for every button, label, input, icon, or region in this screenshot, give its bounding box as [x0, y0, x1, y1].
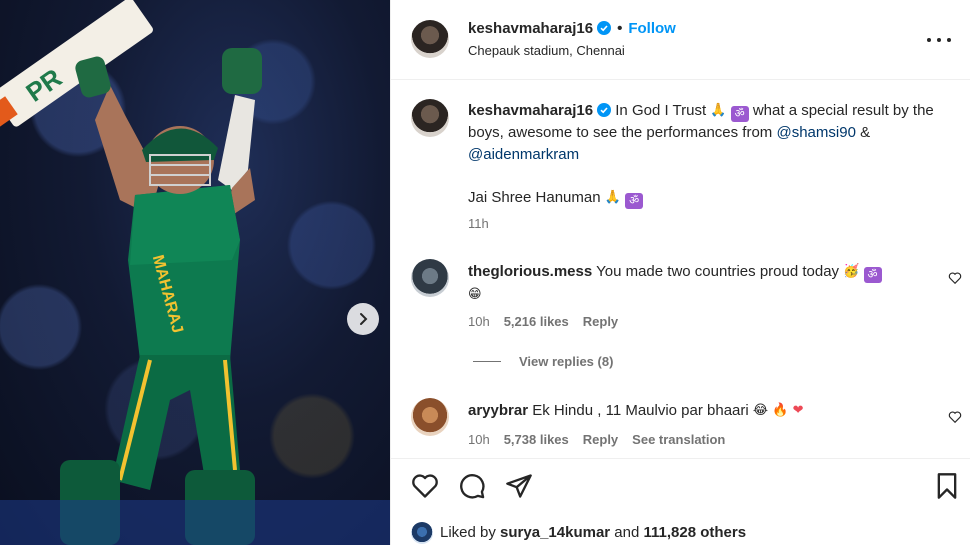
view-replies-button[interactable]: View replies (8)	[473, 354, 613, 369]
post-photo[interactable]: PR MAHARAJ	[0, 0, 390, 545]
share-paper-plane-icon[interactable]	[505, 472, 533, 500]
liker-avatar[interactable]	[411, 522, 433, 544]
comment-like-heart-icon[interactable]	[948, 410, 962, 424]
reply-button[interactable]: Reply	[583, 314, 618, 329]
caption-avatar[interactable]	[411, 99, 449, 137]
comment-likes-count[interactable]: 5,216 likes	[504, 314, 569, 329]
comment: theglorious.mess You made two countries …	[468, 260, 938, 306]
om-symbol: ॐ	[625, 193, 644, 209]
red-heart-emoji: ❤	[792, 402, 804, 417]
laughing-face-emoji: 😂	[752, 402, 769, 417]
chevron-right-icon	[360, 313, 368, 325]
comment-meta: 10h 5,216 likes Reply	[468, 314, 618, 329]
comment-username[interactable]: theglorious.mess	[468, 263, 592, 280]
comment-time[interactable]: 10h	[468, 432, 490, 447]
cricketer-celebration-image: PR MAHARAJ	[0, 0, 390, 545]
like-heart-icon[interactable]	[411, 472, 439, 500]
fire-emoji: 🔥	[772, 402, 789, 417]
verified-badge-icon	[597, 21, 612, 35]
praying-hands-emoji: 🙏	[710, 102, 727, 117]
reply-button[interactable]: Reply	[583, 432, 618, 447]
praying-hands-emoji: 🙏	[604, 189, 621, 204]
comment-bubble-icon[interactable]	[458, 472, 486, 500]
mention-aidenmarkram[interactable]: @aidenmarkram	[468, 146, 579, 163]
liked-by-user[interactable]: surya_14kumar	[500, 524, 610, 541]
view-replies-label: View replies (8)	[519, 354, 614, 369]
liked-by-and: and	[614, 524, 640, 541]
post-header: keshavmaharaj16 • Follow Chepauk stadium, …	[391, 0, 970, 80]
divider	[473, 361, 501, 362]
commenter-avatar[interactable]	[411, 398, 449, 436]
caption-time[interactable]: 11h	[468, 216, 489, 231]
commenter-avatar[interactable]	[411, 259, 449, 297]
post-location[interactable]: Chepauk stadium, Chennai	[468, 43, 625, 58]
post-actions-bar: Liked by surya_14kumar and 111,828 other…	[391, 458, 970, 545]
caption-text-1: In God I Trust	[615, 102, 707, 119]
verified-badge-icon	[597, 103, 612, 117]
post-caption: keshavmaharaj16 In God I Trust 🙏 ॐ what …	[468, 99, 943, 235]
liked-by-prefix: Liked by	[440, 524, 496, 541]
separator-dot: •	[617, 20, 623, 37]
om-symbol: ॐ	[863, 267, 882, 283]
follow-button[interactable]: Follow	[628, 20, 676, 37]
grinning-face-emoji: 😁	[468, 286, 482, 301]
comment-meta: 10h 5,738 likes Reply See translation	[468, 432, 725, 447]
see-translation-button[interactable]: See translation	[632, 432, 725, 447]
next-photo-button[interactable]	[347, 303, 379, 335]
comment-text: You made two countries proud today	[596, 263, 840, 280]
party-face-emoji: 🥳	[843, 263, 860, 278]
header-user-line: keshavmaharaj16 • Follow	[468, 20, 676, 37]
caption-username[interactable]: keshavmaharaj16	[468, 102, 593, 119]
ampersand: &	[860, 124, 871, 141]
post-sidebar: keshavmaharaj16 • Follow Chepauk stadium, …	[390, 0, 970, 545]
comment-time[interactable]: 10h	[468, 314, 490, 329]
comment-like-heart-icon[interactable]	[948, 271, 962, 285]
caption-line-2: Jai Shree Hanuman	[468, 189, 601, 206]
comment: aryybrar Ek Hindu , 11 Maulvio par bhaar…	[468, 399, 938, 422]
author-avatar[interactable]	[411, 20, 449, 58]
save-bookmark-icon[interactable]	[933, 472, 961, 500]
comment-username[interactable]: aryybrar	[468, 402, 528, 419]
liked-by-summary: Liked by surya_14kumar and 111,828 other…	[440, 524, 746, 541]
author-username[interactable]: keshavmaharaj16	[468, 20, 593, 37]
om-symbol: ॐ	[730, 106, 749, 122]
more-options-icon[interactable]	[927, 30, 951, 50]
liked-by-others[interactable]: 111,828 others	[644, 524, 747, 541]
comment-likes-count[interactable]: 5,738 likes	[504, 432, 569, 447]
comment-text: Ek Hindu , 11 Maulvio par bhaari	[532, 402, 749, 419]
mention-shamsi[interactable]: @shamsi90	[776, 124, 855, 141]
